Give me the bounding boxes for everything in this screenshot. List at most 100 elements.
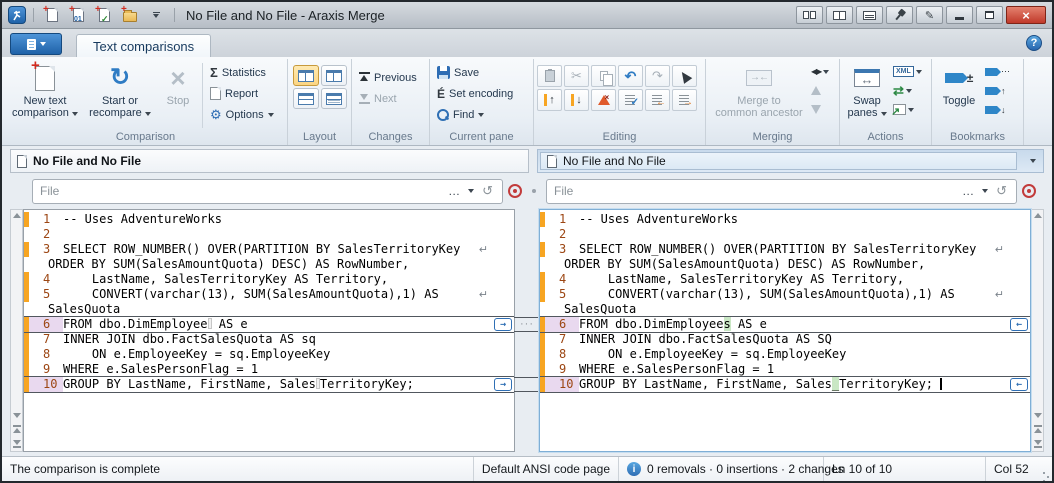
layout-vertical-button[interactable]: [293, 65, 319, 86]
start-or-recompare-button[interactable]: ↻ Start orrecompare: [83, 61, 157, 130]
merge-direction-button[interactable]: ◀▶: [809, 62, 831, 81]
layout-split-vertical-button[interactable]: [826, 6, 853, 24]
copy-change-to-left-button[interactable]: ←: [1010, 318, 1028, 331]
left-reload-icon[interactable]: [508, 184, 522, 198]
right-editor-pane[interactable]: 1-- Uses AdventureWorks23SELECT ROW_NUMB…: [539, 209, 1031, 452]
new-folder-comparison-quick-button[interactable]: +: [119, 5, 141, 25]
tab-text-comparisons[interactable]: Text comparisons: [76, 34, 211, 57]
cut-button[interactable]: ✂: [564, 65, 589, 87]
right-reload-icon[interactable]: [1022, 184, 1036, 198]
left-code-line-5[interactable]: 5 CONVERT(varchar(13), SUM(SalesAmountQu…: [24, 287, 514, 302]
jump-last-change-button[interactable]: [1034, 440, 1042, 448]
paste-button[interactable]: [537, 65, 562, 87]
copy-change-to-right-button[interactable]: →: [494, 378, 512, 391]
next-conflict-button[interactable]: [809, 100, 831, 119]
left-code-line-8[interactable]: 8 ON e.EmployeeKey = sq.EmployeeKey: [24, 347, 514, 362]
new-binary-comparison-quick-button[interactable]: +01: [67, 5, 89, 25]
left-code-line-6[interactable]: 6FROM dbo.DimEmployee AS e→: [24, 317, 514, 332]
jump-first-change-button[interactable]: [1034, 425, 1042, 433]
set-encoding-button[interactable]: ÉSet encoding: [433, 83, 517, 104]
previous-bookmark-button[interactable]: ↑: [983, 81, 1012, 100]
left-code-line-9[interactable]: 9WHERE e.SalesPersonFlag = 1: [24, 362, 514, 377]
pane-list-dropdown[interactable]: [1023, 150, 1043, 172]
right-code-line-1[interactable]: 1-- Uses AdventureWorks: [540, 212, 1030, 227]
find-button[interactable]: Find: [433, 104, 517, 125]
previous-change-button[interactable]: Previous: [355, 67, 421, 88]
close-button[interactable]: ×: [1006, 6, 1046, 24]
quick-access-customize-button[interactable]: [145, 5, 167, 25]
resize-grip[interactable]: [1038, 457, 1052, 481]
left-history-icon[interactable]: ↺: [478, 183, 497, 199]
left-file-dropdown[interactable]: [464, 189, 478, 193]
layout-vertical-alt-button[interactable]: [321, 65, 347, 86]
left-editor-pane[interactable]: 1-- Uses AdventureWorks23SELECT ROW_NUMB…: [23, 209, 515, 452]
redo-button[interactable]: ↷: [645, 65, 670, 87]
right-pane-header-tab[interactable]: No File and No File: [540, 152, 1017, 170]
next-bookmark-button[interactable]: ↓: [983, 100, 1012, 119]
right-file-input[interactable]: [552, 183, 958, 199]
left-code-line-1[interactable]: 1-- Uses AdventureWorks: [24, 212, 514, 227]
merge-to-common-ancestor-button[interactable]: →← Merge tocommon ancestor: [709, 61, 809, 130]
pin-window-button[interactable]: [886, 6, 913, 24]
right-code-line-8[interactable]: 8 ON e.EmployeeKey = sq.EmployeeKey: [540, 347, 1030, 362]
left-browse-button[interactable]: …: [444, 184, 464, 198]
open-external-button[interactable]: [891, 100, 924, 119]
right-code-line-7[interactable]: 7INNER JOIN dbo.FactSalesQuota AS SQ: [540, 332, 1030, 347]
copy-button[interactable]: [591, 65, 616, 87]
previous-conflict-button[interactable]: [809, 81, 831, 100]
next-change-button[interactable]: Next: [355, 88, 421, 109]
layout-console-button[interactable]: [856, 6, 883, 24]
right-code-line-wrap[interactable]: SalesQuota: [540, 302, 1030, 317]
options-button[interactable]: ⚙Options: [206, 104, 278, 125]
right-code-line-9[interactable]: 9WHERE e.SalesPersonFlag = 1: [540, 362, 1030, 377]
report-button[interactable]: Report: [206, 83, 278, 104]
pane-splitter-handle[interactable]: [522, 189, 546, 193]
shift-left-button[interactable]: ←: [645, 89, 670, 111]
stop-button[interactable]: × Stop: [157, 61, 199, 130]
maximize-button[interactable]: [976, 6, 1003, 24]
right-code-line-5[interactable]: 5 CONVERT(varchar(13), SUM(SalesAmountQu…: [540, 287, 1030, 302]
new-text-comparison-quick-button[interactable]: +: [41, 5, 63, 25]
right-file-dropdown[interactable]: [978, 189, 992, 193]
scroll-up-icon[interactable]: [13, 213, 21, 218]
synchronize-button[interactable]: ⇄: [891, 81, 924, 100]
new-text-comparison-button[interactable]: + New textcomparison: [7, 61, 83, 130]
right-code-line-wrap[interactable]: ORDER BY SUM(SalesAmountQuota) DESC) AS …: [540, 257, 1030, 272]
new-image-comparison-quick-button[interactable]: +✓: [93, 5, 115, 25]
left-code-line-3[interactable]: 3SELECT ROW_NUMBER() OVER(PARTITION BY S…: [24, 242, 514, 257]
move-line-down-button[interactable]: ↓: [564, 89, 589, 111]
jump-last-change-button[interactable]: [13, 440, 21, 448]
bookmark-list-button[interactable]: ⋯: [983, 62, 1012, 81]
toggle-bookmark-button[interactable]: ± Toggle: [935, 61, 983, 130]
right-code-line-10[interactable]: 10GROUP BY LastName, FirstName, Sales_Te…: [540, 377, 1030, 392]
accept-changes-button[interactable]: ✓: [618, 89, 643, 111]
left-code-line-7[interactable]: 7INNER JOIN dbo.FactSalesQuota AS sq: [24, 332, 514, 347]
copy-change-to-right-button[interactable]: →: [494, 318, 512, 331]
left-code-line-wrap[interactable]: SalesQuota: [24, 302, 514, 317]
right-history-icon[interactable]: ↺: [992, 183, 1011, 199]
left-pane-header-tab[interactable]: No File and No File: [10, 149, 529, 173]
left-code-line-2[interactable]: 2: [24, 227, 514, 242]
right-code-line-6[interactable]: 6FROM dbo.DimEmployees AS e←: [540, 317, 1030, 332]
swap-panes-button[interactable]: ↔ Swappanes: [843, 61, 891, 130]
shift-right-button[interactable]: →: [672, 89, 697, 111]
layout-horizontal-alt-button[interactable]: [321, 88, 347, 109]
app-icon[interactable]: [8, 6, 26, 24]
select-pointer-button[interactable]: [672, 65, 697, 87]
left-code-line-wrap[interactable]: ORDER BY SUM(SalesAmountQuota) DESC) AS …: [24, 257, 514, 272]
remove-changes-button[interactable]: [591, 89, 616, 111]
xml-options-button[interactable]: XML: [891, 62, 924, 81]
move-line-up-button[interactable]: ↑: [537, 89, 562, 111]
right-code-line-4[interactable]: 4 LastName, SalesTerritoryKey AS Territo…: [540, 272, 1030, 287]
layout-horizontal-button[interactable]: [293, 88, 319, 109]
scroll-down-icon[interactable]: [13, 413, 21, 418]
application-menu-button[interactable]: [10, 33, 62, 55]
jump-first-change-button[interactable]: [13, 425, 21, 433]
copy-change-to-left-button[interactable]: ←: [1010, 378, 1028, 391]
scroll-up-icon[interactable]: [1034, 213, 1042, 218]
save-button[interactable]: Save: [433, 62, 517, 83]
scroll-down-icon[interactable]: [1034, 413, 1042, 418]
edit-mode-button[interactable]: ✎: [916, 6, 943, 24]
right-browse-button[interactable]: …: [958, 184, 978, 198]
left-file-input[interactable]: [38, 183, 444, 199]
